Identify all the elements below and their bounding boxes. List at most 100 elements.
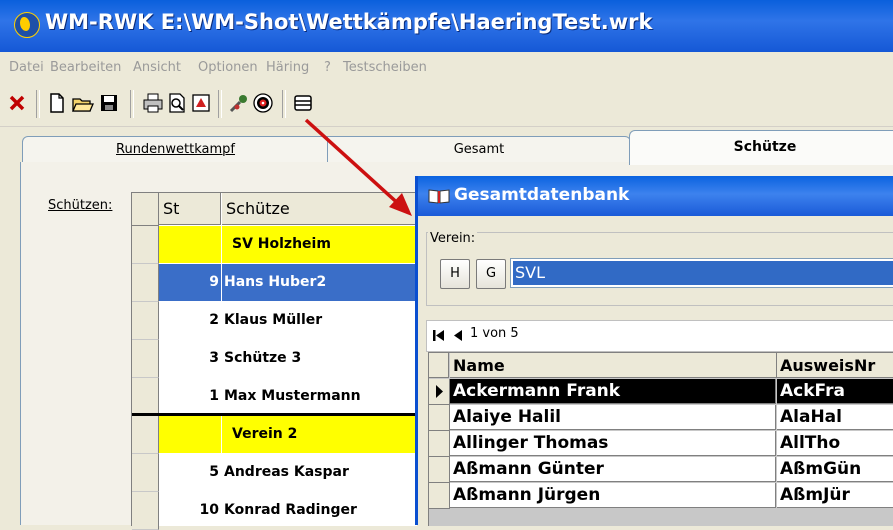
menu-optionen[interactable]: Optionen — [198, 60, 258, 75]
tab-gesamt[interactable]: Gesamt — [327, 136, 631, 164]
table-row[interactable]: 5 Andreas Kaspar — [132, 454, 417, 492]
row-ausweisnr-cell: AllTho — [777, 431, 893, 456]
previous-record-icon[interactable] — [451, 328, 465, 343]
row-name-cell: Andreas Kaspar — [224, 464, 349, 480]
row-name-cell: Klaus Müller — [224, 312, 323, 328]
toolbar-separator — [130, 90, 134, 118]
first-record-icon[interactable] — [431, 328, 447, 343]
row-st-cell: 2 — [209, 312, 219, 328]
table-row[interactable]: Ackermann Frank AckFra — [429, 379, 893, 405]
row-name-cell: Ackermann Frank — [450, 379, 776, 404]
window-title: WM-RWK E:\WM-Shot\Wettkämpfe\HaeringTest… — [45, 10, 653, 34]
grid-corner-header — [429, 353, 449, 378]
new-file-icon[interactable] — [46, 92, 68, 114]
row-selector[interactable] — [132, 416, 159, 454]
tab-label: Rundenwettkampf — [116, 142, 235, 157]
tools-icon[interactable] — [228, 92, 250, 114]
column-header-schuetze[interactable]: Schütze — [222, 193, 417, 225]
row-selector[interactable] — [132, 340, 159, 378]
table-row[interactable]: 1 Max Mustermann — [132, 378, 417, 416]
grid-corner-header — [132, 193, 159, 226]
menu-ansicht[interactable]: Ansicht — [133, 60, 181, 75]
tab-rundenwettkampf[interactable]: Rundenwettkampf — [22, 136, 329, 164]
row-st-cell — [159, 416, 221, 453]
target-icon[interactable] — [252, 92, 274, 114]
row-name-cell: Aßmann Günter — [450, 457, 776, 482]
row-selector[interactable] — [429, 483, 450, 509]
menu-testscheiben[interactable]: Testscheiben — [343, 60, 427, 75]
record-position: 1 von 5 — [470, 326, 519, 341]
gesamtdatenbank-dialog: Gesamtdatenbank Verein: H G SVL 1 von 5 … — [415, 176, 893, 526]
table-row[interactable]: 3 Schütze 3 — [132, 340, 417, 378]
print-preview-icon[interactable] — [166, 92, 188, 114]
menu-bar: Datei Bearbeiten Ansicht Optionen Häring… — [0, 52, 893, 82]
datenbank-grid[interactable]: Name AusweisNr Ackermann Frank AckFra Alai… — [428, 352, 893, 526]
table-row[interactable]: Allinger Thomas AllTho — [429, 431, 893, 457]
table-row[interactable]: 2 Klaus Müller — [132, 302, 417, 340]
tab-schuetze[interactable]: Schütze — [629, 130, 893, 165]
row-selector[interactable] — [429, 405, 450, 431]
row-name-cell: Alaiye Halil — [450, 405, 776, 430]
row-name-cell: Hans Huber2 — [222, 264, 417, 301]
tab-label: Gesamt — [453, 142, 505, 157]
close-icon[interactable] — [6, 92, 28, 114]
tab-strip: Rundenwettkampf Gesamt Schütze — [0, 126, 893, 165]
title-bar[interactable]: WM-RWK E:\WM-Shot\Wettkämpfe\HaeringTest… — [0, 0, 893, 52]
row-name-cell: Verein 2 — [222, 416, 417, 453]
row-selector[interactable] — [132, 378, 159, 416]
row-st-cell: 3 — [209, 350, 219, 366]
toolbar — [0, 82, 893, 127]
open-folder-icon[interactable] — [72, 92, 94, 114]
row-ausweisnr-cell: AckFra — [777, 379, 893, 404]
row-ausweisnr-cell: AßmGün — [777, 457, 893, 482]
save-icon[interactable] — [98, 92, 120, 114]
toolbar-separator — [36, 90, 40, 118]
verein-label: Verein: — [428, 231, 478, 246]
row-st-cell: 9 — [159, 264, 221, 301]
toolbar-separator — [282, 90, 286, 118]
book-icon — [428, 189, 450, 204]
row-selector[interactable] — [132, 454, 159, 492]
tab-label: Schütze — [733, 139, 797, 155]
menu-datei[interactable]: Datei — [9, 60, 44, 75]
dialog-title-bar[interactable]: Gesamtdatenbank — [418, 176, 893, 216]
list-icon[interactable] — [292, 92, 314, 114]
row-selector[interactable] — [132, 226, 159, 264]
column-header-st[interactable]: St — [159, 193, 221, 225]
schuetzen-grid[interactable]: St Schütze SV Holzheim 9 Hans Huber2 2 Klaus… — [131, 192, 417, 530]
row-selector[interactable] — [429, 379, 450, 405]
current-row-indicator-icon — [436, 385, 443, 398]
column-header-ausweisnr[interactable]: AusweisNr — [777, 353, 893, 378]
g-button[interactable]: G — [476, 259, 506, 289]
row-st-cell: 10 — [199, 502, 219, 518]
table-row[interactable]: Aßmann Jürgen AßmJür — [429, 483, 893, 509]
row-selector[interactable] — [132, 302, 159, 340]
verein-field[interactable]: SVL — [510, 258, 893, 288]
table-row[interactable]: 9 Hans Huber2 — [132, 264, 417, 302]
menu-haering[interactable]: Häring — [266, 60, 309, 75]
schuetzen-label: Schützen: — [48, 198, 113, 213]
verein-value: SVL — [513, 261, 893, 285]
row-name-cell: Allinger Thomas — [450, 431, 776, 456]
export-icon[interactable] — [190, 92, 212, 114]
row-ausweisnr-cell: AlaHal — [777, 405, 893, 430]
table-row[interactable]: Alaiye Halil AlaHal — [429, 405, 893, 431]
h-button[interactable]: H — [440, 259, 470, 289]
table-row[interactable]: Aßmann Günter AßmGün — [429, 457, 893, 483]
app-globe-icon — [14, 12, 40, 38]
club-row[interactable]: Verein 2 — [132, 413, 417, 454]
column-header-name[interactable]: Name — [450, 353, 777, 378]
menu-bearbeiten[interactable]: Bearbeiten — [50, 60, 121, 75]
row-selector[interactable] — [132, 264, 159, 302]
menu-help[interactable]: ? — [324, 60, 331, 75]
row-st-cell: 1 — [209, 388, 219, 404]
row-selector[interactable] — [429, 431, 450, 457]
toolbar-separator — [218, 90, 222, 118]
row-ausweisnr-cell: AßmJür — [777, 483, 893, 508]
print-icon[interactable] — [142, 92, 164, 114]
row-selector[interactable] — [132, 492, 159, 530]
row-selector[interactable] — [429, 457, 450, 483]
table-row[interactable]: 10 Konrad Radinger — [132, 492, 417, 530]
row-st-cell: 5 — [209, 464, 219, 480]
club-row[interactable]: SV Holzheim — [132, 226, 417, 264]
